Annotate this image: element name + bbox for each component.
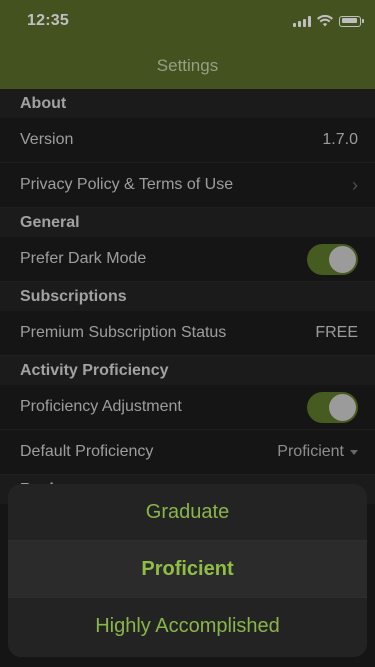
settings-screen: 12:35 Settings About Version 1.7.0 Priva… bbox=[0, 0, 375, 667]
proficiency-action-sheet: Graduate Proficient Highly Accomplished bbox=[8, 484, 367, 657]
option-graduate[interactable]: Graduate bbox=[8, 484, 367, 541]
option-proficient[interactable]: Proficient bbox=[8, 541, 367, 598]
option-highly-accomplished[interactable]: Highly Accomplished bbox=[8, 598, 367, 655]
